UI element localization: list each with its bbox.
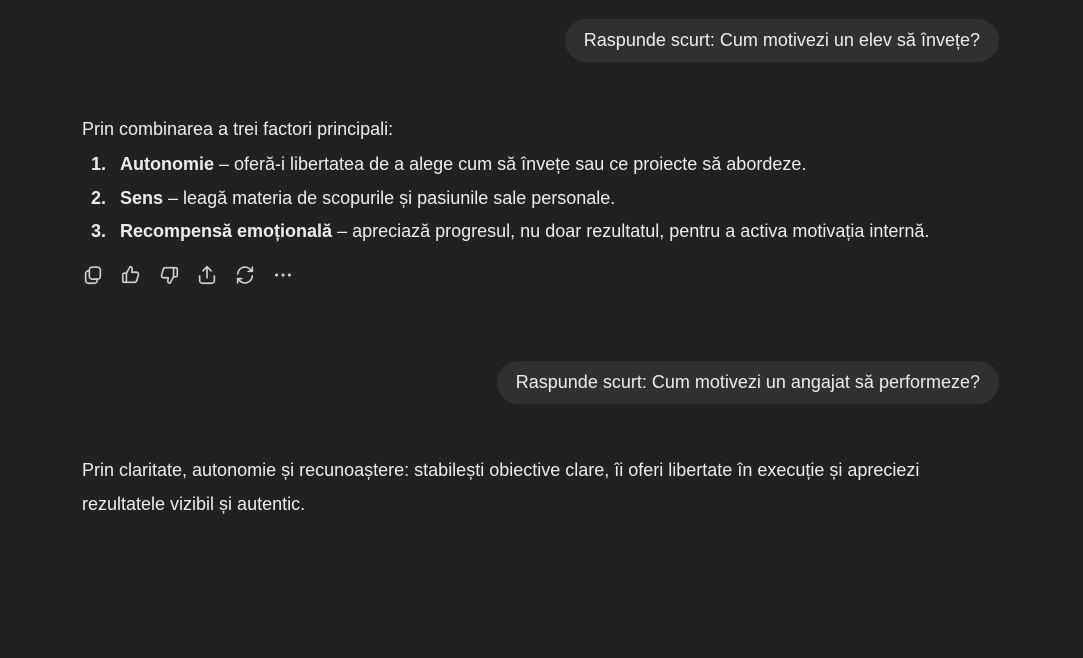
message-actions [82,263,310,287]
thumbs-down-icon [160,266,179,285]
list-term: Sens [120,187,164,208]
assistant-message: Prin combinarea a trei factori principal… [82,112,1002,249]
share-icon [198,265,216,285]
assistant-text: Prin claritate, autonomie și recunoașter… [82,460,920,514]
regenerate-icon [236,266,254,284]
assistant-message: Prin claritate, autonomie și recunoașter… [82,453,1002,521]
chat-page: Raspunde scurt: Cum motivezi un elev să … [0,0,1083,658]
list-text: – leagă materia de scopurile și pasiunil… [163,187,616,208]
regenerate-button[interactable] [234,263,272,287]
factor-list: 1. Autonomie – oferă-i libertatea de a al… [82,148,1002,249]
list-number: 2. [91,187,107,208]
thumbs-down-button[interactable] [158,263,196,287]
list-item: 3. Recompensă emoțională – apreciază prog… [82,215,1002,249]
list-number: 1. [91,154,107,174]
thumbs-up-icon [121,265,140,284]
more-button[interactable] [272,263,310,287]
list-number: 3. [91,221,107,241]
list-item: 1. Autonomie – oferă-i libertatea de a al… [82,148,1002,182]
user-message: Raspunde scurt: Cum motivezi un elev să … [564,19,999,62]
copy-icon [84,266,102,285]
list-text: – oferă-i libertatea de a alege cum să î… [214,154,807,174]
copy-button[interactable] [82,263,120,287]
assistant-intro: Prin combinarea a trei factori principal… [82,119,394,139]
list-term: Autonomie [120,154,214,174]
share-button[interactable] [196,263,234,287]
thumbs-up-button[interactable] [120,263,158,287]
user-message: Raspunde scurt: Cum motivezi un angajat … [496,361,999,404]
list-item: 2. Sens – leagă materia de scopurile și p… [82,182,1002,216]
more-icon [275,273,291,277]
list-text: – apreciază progresul, nu doar rezultatu… [332,221,930,241]
list-term: Recompensă emoțională [120,221,333,241]
